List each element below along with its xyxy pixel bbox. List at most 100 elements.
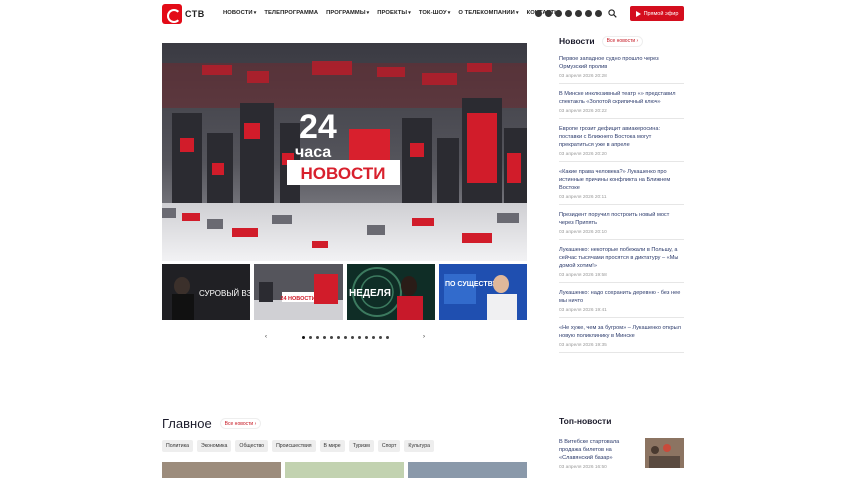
- instagram-icon[interactable]: [595, 10, 602, 17]
- carousel-dot[interactable]: [315, 335, 319, 339]
- youtube-icon[interactable]: [585, 10, 592, 17]
- main-news-card[interactable]: [408, 462, 527, 478]
- thumb-item-active[interactable]: 24 НОВОСТИ: [252, 262, 345, 322]
- category-chip[interactable]: Происшествия: [272, 440, 316, 452]
- news-item-text: Первое западное судно прошло через Ормуз…: [559, 56, 659, 70]
- carousel-dot[interactable]: [371, 335, 375, 339]
- news-item[interactable]: В Минске инклюзивный театр «» представил…: [559, 90, 684, 119]
- carousel-dot[interactable]: [343, 335, 347, 339]
- category-filters: Политика Экономика Общество Происшествия В м…: [162, 440, 434, 452]
- logo-text: СТВ: [185, 9, 205, 19]
- main-news-card[interactable]: [285, 462, 404, 478]
- news-item-date: 03 апреля 2026 19:41: [559, 308, 607, 313]
- main-nav: НОВОСТИ▾ ТЕЛЕПРОГРАММА ПРОГРАММЫ▾ ПРОЕКТЫ▾ Т…: [223, 10, 560, 16]
- site-header: СТВ НОВОСТИ▾ ТЕЛЕПРОГРАММА ПРОГРАММЫ▾ ПРОЕК…: [0, 0, 850, 30]
- main-news-grid: [162, 462, 527, 478]
- carousel-prev-button[interactable]: ‹: [265, 334, 267, 340]
- live-stream-label: Прямой эфир: [643, 10, 679, 17]
- news-item-text: «Не хуже, чем за бугром» – Лукашенко отк…: [559, 325, 681, 339]
- tiktok-icon[interactable]: [545, 10, 552, 17]
- news-item-text: Лукашенко: некоторые побежали в Польшу, …: [559, 247, 679, 269]
- chevron-down-icon: ▾: [447, 10, 451, 16]
- vk-icon[interactable]: [535, 10, 542, 17]
- search-icon[interactable]: [608, 9, 617, 18]
- nav-item[interactable]: ПРОЕКТЫ▾: [377, 10, 411, 16]
- carousel-dots: [301, 335, 389, 339]
- hero-thumbnails: СУРОВЫЙ ВЗГЛЯД 24 НОВОСТИ НЕДЕЛЯ: [162, 262, 527, 322]
- news-item[interactable]: «Какие права человека?» Лукашенко про ис…: [559, 168, 684, 205]
- telegram-icon[interactable]: [555, 10, 562, 17]
- news-item[interactable]: Европе грозит дефицит авиакеросина: пост…: [559, 125, 684, 162]
- main-news-card[interactable]: [162, 462, 281, 478]
- carousel-dot[interactable]: [378, 335, 382, 339]
- carousel-dot[interactable]: [329, 335, 333, 339]
- top-news: Топ-новости В Витебске стартовала продаж…: [559, 416, 684, 470]
- nav-item-label: ПРОГРАММЫ: [326, 10, 366, 16]
- chevron-down-icon: ▾: [253, 10, 257, 16]
- carousel-dot[interactable]: [357, 335, 361, 339]
- nav-item[interactable]: ТЕЛЕПРОГРАММА: [264, 10, 318, 16]
- news-item-text: Президент поручил построить новый мост ч…: [559, 212, 670, 226]
- news-item-date: 03 апреля 2026 19:35: [559, 343, 607, 348]
- nav-item[interactable]: ПРОГРАММЫ▾: [326, 10, 369, 16]
- news-item-text: В Минске инклюзивный театр «» представил…: [559, 91, 676, 105]
- thumb-item[interactable]: НЕДЕЛЯ: [346, 264, 435, 320]
- top-news-item[interactable]: В Витебске стартовала продажа билетов на…: [559, 438, 684, 470]
- main-header: Главное Все новости ›: [162, 416, 262, 431]
- news-item-text: Европе грозит дефицит авиакеросина: пост…: [559, 126, 661, 148]
- category-chip[interactable]: В мире: [319, 440, 345, 452]
- carousel-dot[interactable]: [385, 335, 389, 339]
- logo[interactable]: СТВ: [162, 4, 205, 24]
- thumb-title-0: СУРОВЫЙ ВЗГЛЯД: [199, 289, 250, 298]
- news-all-link[interactable]: Все новости ›: [601, 35, 644, 47]
- hero-line3: НОВОСТИ: [300, 164, 385, 183]
- category-chip[interactable]: Туризм: [348, 440, 374, 452]
- thumb-item[interactable]: ПО СУЩЕСТВУ: [438, 264, 527, 320]
- thumb-artwork: ПО СУЩЕСТВУ: [438, 264, 527, 320]
- category-chip[interactable]: Экономика: [196, 440, 232, 452]
- category-chip[interactable]: Политика: [162, 440, 193, 452]
- nav-item[interactable]: НОВОСТИ▾: [223, 10, 256, 16]
- nav-item[interactable]: ТОК-ШОУ▾: [419, 10, 451, 16]
- hero-line2: часа: [295, 144, 331, 161]
- carousel-dot[interactable]: [322, 335, 326, 339]
- nav-item[interactable]: О ТЕЛЕКОМПАНИИ▾: [458, 10, 518, 16]
- social-links: [535, 10, 602, 17]
- news-item[interactable]: Лукашенко: надо сохранить деревню - без …: [559, 289, 684, 318]
- live-stream-button[interactable]: Прямой эфир: [630, 6, 684, 21]
- top-news-image: [645, 438, 684, 468]
- thumb-artwork: НЕДЕЛЯ: [346, 264, 435, 320]
- thumb-title-2: НЕДЕЛЯ: [349, 288, 391, 299]
- carousel-next-button[interactable]: ›: [423, 334, 425, 340]
- carousel-dot[interactable]: [350, 335, 354, 339]
- news-item-date: 03 апреля 2026 20:20: [559, 152, 607, 157]
- hero-slide[interactable]: 24 часа НОВОСТИ: [162, 43, 527, 261]
- news-item-date: 03 апреля 2026 19:58: [559, 273, 607, 278]
- carousel-dot[interactable]: [364, 335, 368, 339]
- news-title: Новости: [559, 36, 595, 46]
- main-all-label: Все новости: [224, 420, 254, 427]
- viber-icon[interactable]: [575, 10, 582, 17]
- news-item[interactable]: «Не хуже, чем за бугром» – Лукашенко отк…: [559, 324, 684, 353]
- odnoklassniki-icon[interactable]: [565, 10, 572, 17]
- carousel-controls: ‹ ›: [265, 333, 425, 341]
- news-item[interactable]: Лукашенко: некоторые побежали в Польшу, …: [559, 246, 684, 283]
- nav-item-label: НОВОСТИ: [223, 10, 253, 16]
- carousel-dot[interactable]: [336, 335, 340, 339]
- chevron-down-icon: ▾: [515, 10, 519, 16]
- carousel-dot[interactable]: [301, 335, 305, 339]
- category-chip[interactable]: Спорт: [377, 440, 401, 452]
- main-all-link[interactable]: Все новости ›: [219, 418, 262, 429]
- news-item[interactable]: Президент поручил построить новый мост ч…: [559, 211, 684, 240]
- carousel-dot[interactable]: [308, 335, 312, 339]
- category-chip[interactable]: Культура: [404, 440, 434, 452]
- news-item[interactable]: Первое западное судно прошло через Ормуз…: [559, 55, 684, 84]
- chevron-down-icon: ▾: [408, 10, 411, 16]
- logo-mark-icon: [162, 4, 182, 24]
- thumb-item[interactable]: СУРОВЫЙ ВЗГЛЯД: [162, 264, 251, 320]
- news-list: Первое западное судно прошло через Ормуз…: [559, 55, 684, 353]
- nav-item-label: ТЕЛЕПРОГРАММА: [264, 10, 319, 16]
- news-item-date: 03 апреля 2026 20:10: [559, 230, 607, 235]
- news-item-text: Лукашенко: надо сохранить деревню - без …: [559, 290, 681, 304]
- category-chip[interactable]: Общество: [235, 440, 269, 452]
